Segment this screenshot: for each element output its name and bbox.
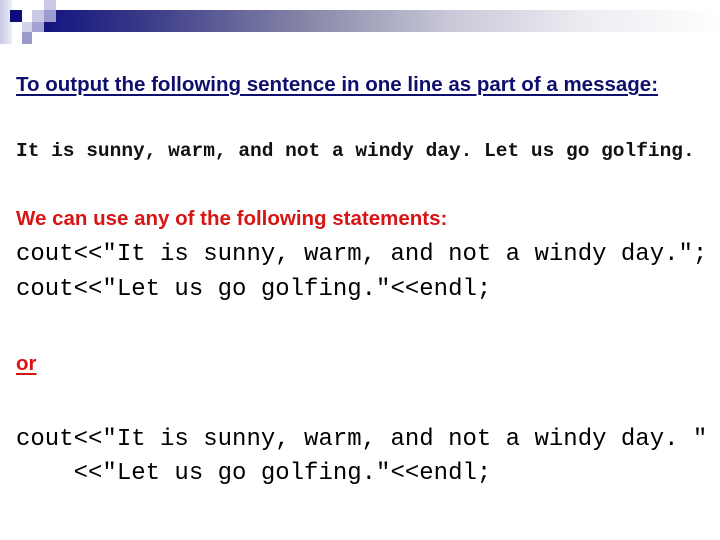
example-sentence: It is sunny, warm, and not a windy day. …: [16, 140, 695, 162]
code-line: cout<<"Let us go golfing."<<endl;: [16, 276, 492, 303]
title-gradient-bar: [44, 10, 720, 32]
decor-square: [22, 22, 32, 32]
code-line: cout<<"It is sunny, warm, and not a wind…: [16, 426, 708, 453]
decor-square: [32, 22, 44, 32]
intro-heading: To output the following sentence in one …: [16, 73, 659, 96]
decor-square: [44, 0, 56, 10]
code-line: cout<<"It is sunny, warm, and not a wind…: [16, 241, 708, 268]
decor-square: [44, 10, 56, 22]
decor-strip: [0, 0, 12, 44]
decor-square: [22, 32, 32, 44]
statements-heading: We can use any of the following statemen…: [16, 207, 448, 230]
decor-square: [32, 10, 44, 22]
decor-square-dark: [10, 10, 22, 22]
or-separator: or: [16, 352, 37, 375]
code-line: <<"Let us go golfing."<<endl;: [16, 460, 492, 487]
